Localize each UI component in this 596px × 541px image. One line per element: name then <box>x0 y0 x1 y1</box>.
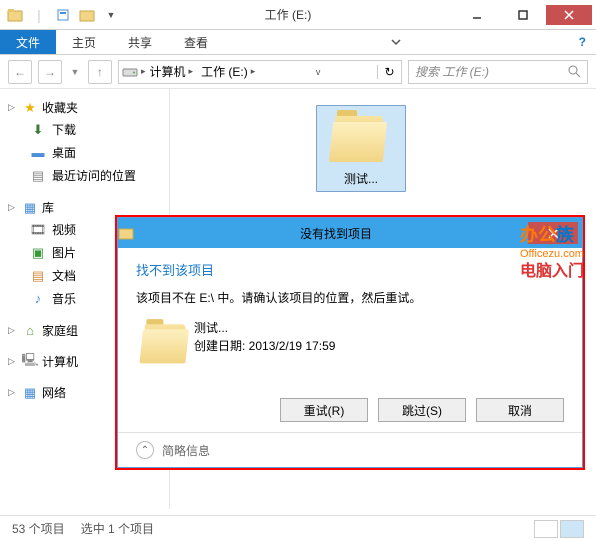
dialog-title: 没有找到项目 <box>144 225 528 242</box>
collapse-icon: ⌃ <box>136 441 154 459</box>
dialog-close-button[interactable] <box>528 222 578 244</box>
forward-button[interactable]: → <box>38 60 62 84</box>
minimize-button[interactable] <box>454 5 500 25</box>
window-titlebar: | ▼ 工作 (E:) <box>0 0 596 30</box>
properties-icon[interactable] <box>52 4 74 26</box>
folder-label: 测试... <box>321 170 401 187</box>
cancel-button[interactable]: 取消 <box>476 398 564 422</box>
icons-view-button[interactable] <box>560 520 584 538</box>
video-icon: 🎞 <box>30 222 46 238</box>
tab-file[interactable]: 文件 <box>0 30 56 54</box>
annotation-highlight: 没有找到项目 找不到该项目 该项目不在 E:\ 中。请确认该项目的位置，然后重试… <box>115 215 585 470</box>
refresh-button[interactable]: ↻ <box>377 65 401 79</box>
error-dialog: 没有找到项目 找不到该项目 该项目不在 E:\ 中。请确认该项目的位置，然后重试… <box>117 217 583 468</box>
breadcrumb-drive[interactable]: 工作 (E:)▸ <box>197 63 259 80</box>
tab-view[interactable]: 查看 <box>168 30 224 54</box>
music-icon: ♪ <box>30 291 46 307</box>
quick-access-toolbar: | ▼ <box>4 4 122 26</box>
back-button[interactable]: ← <box>8 60 32 84</box>
search-placeholder: 搜索 工作 (E:) <box>415 63 489 80</box>
address-row: ← → ▼ ↑ ▸ 计算机▸ 工作 (E:)▸ v ↻ 搜索 工作 (E:) <box>0 55 596 89</box>
dialog-heading: 找不到该项目 <box>136 260 564 279</box>
qat-separator: | <box>28 4 50 26</box>
details-view-button[interactable] <box>534 520 558 538</box>
dialog-body: 找不到该项目 该项目不在 E:\ 中。请确认该项目的位置，然后重试。 测试...… <box>118 248 582 388</box>
view-switcher <box>534 520 584 538</box>
window-title: 工作 (E:) <box>122 6 454 23</box>
search-input[interactable]: 搜索 工作 (E:) <box>408 60 588 84</box>
maximize-button[interactable] <box>500 5 546 25</box>
network-icon: ▦ <box>22 385 38 401</box>
dialog-buttons: 重试(R) 跳过(S) 取消 <box>118 388 582 432</box>
recent-dropdown[interactable]: ▼ <box>68 60 82 84</box>
new-folder-icon[interactable] <box>76 4 98 26</box>
search-icon <box>568 65 581 78</box>
homegroup-icon: ⌂ <box>22 323 38 339</box>
window-buttons <box>454 5 592 25</box>
document-icon: ▤ <box>30 268 46 284</box>
ribbon-tabs: 文件 主页 共享 查看 ? <box>0 30 596 55</box>
retry-button[interactable]: 重试(R) <box>280 398 368 422</box>
ribbon-expand-icon[interactable] <box>380 30 412 54</box>
help-icon[interactable]: ? <box>569 30 596 54</box>
folder-icon <box>140 319 181 355</box>
download-icon: ⬇ <box>30 122 46 138</box>
dialog-footer[interactable]: ⌃ 简略信息 <box>118 432 582 467</box>
dialog-titlebar: 没有找到项目 <box>118 218 582 248</box>
dialog-message: 该项目不在 E:\ 中。请确认该项目的位置，然后重试。 <box>136 289 564 306</box>
item-count: 53 个项目 <box>12 520 65 537</box>
dialog-item-row: 测试... 创建日期: 2013/2/19 17:59 <box>136 316 564 358</box>
folder-icon[interactable] <box>4 4 26 26</box>
tab-home[interactable]: 主页 <box>56 30 112 54</box>
tab-share[interactable]: 共享 <box>112 30 168 54</box>
status-bar: 53 个项目 选中 1 个项目 <box>0 515 596 541</box>
computer-icon: 🖳 <box>22 354 38 370</box>
star-icon: ★ <box>22 100 38 116</box>
picture-icon: ▣ <box>30 245 46 261</box>
up-button[interactable]: ↑ <box>88 60 112 84</box>
address-bar[interactable]: ▸ 计算机▸ 工作 (E:)▸ v ↻ <box>118 60 402 84</box>
brief-info-label: 简略信息 <box>162 442 210 459</box>
dialog-item-date: 创建日期: 2013/2/19 17:59 <box>194 337 335 355</box>
close-button[interactable] <box>546 5 592 25</box>
breadcrumb-computer[interactable]: 计算机▸ <box>146 63 198 80</box>
sidebar-desktop[interactable]: ▬桌面 <box>4 141 165 164</box>
address-dropdown-icon[interactable]: v <box>309 67 327 77</box>
sidebar-downloads[interactable]: ⬇下载 <box>4 118 165 141</box>
library-icon: ▦ <box>22 200 38 216</box>
skip-button[interactable]: 跳过(S) <box>378 398 466 422</box>
sidebar-recent[interactable]: ▤最近访问的位置 <box>4 164 165 187</box>
selection-count: 选中 1 个项目 <box>81 520 154 537</box>
qat-dropdown-icon[interactable]: ▼ <box>100 4 122 26</box>
recent-icon: ▤ <box>30 168 46 184</box>
desktop-icon: ▬ <box>30 145 46 161</box>
folder-icon <box>329 110 393 166</box>
drive-icon <box>119 66 141 78</box>
folder-item[interactable]: 测试... <box>316 105 406 192</box>
dialog-item-name: 测试... <box>194 319 335 337</box>
sidebar-favorites[interactable]: ▷★收藏夹 <box>4 97 165 118</box>
dialog-app-icon <box>118 226 144 240</box>
